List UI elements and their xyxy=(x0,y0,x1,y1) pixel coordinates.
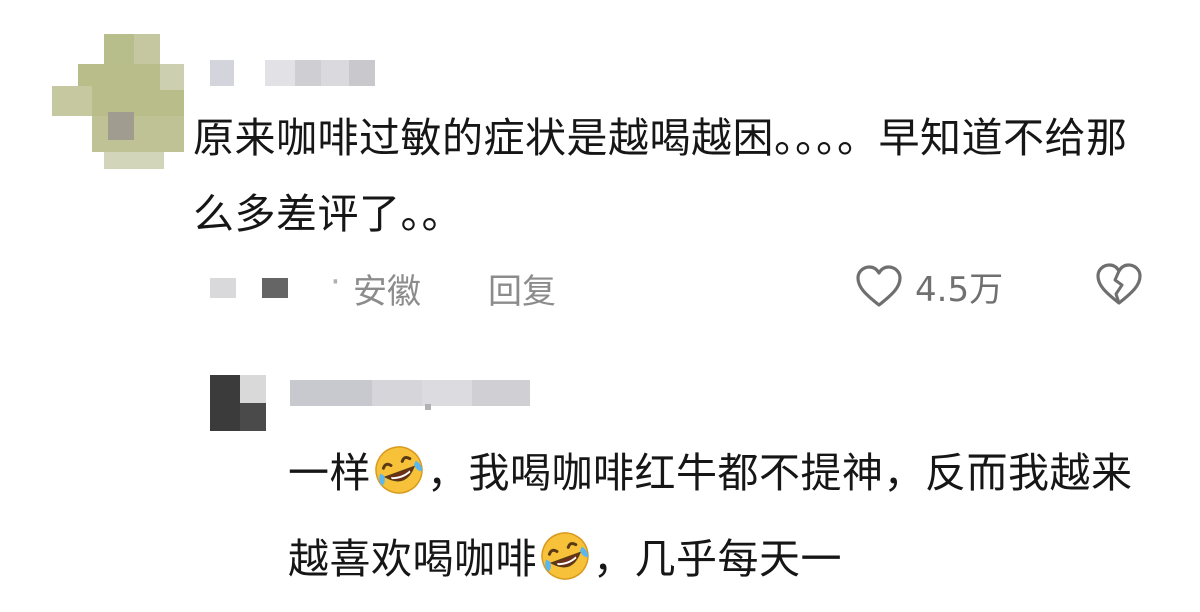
dislike-button[interactable] xyxy=(1095,260,1143,317)
reply-comment-text: 一样 ，我喝咖啡红牛都不提神，反而我越来越喜欢喝咖啡 ，几乎每天一 xyxy=(288,430,1168,602)
rolling-on-floor-laughing-emoji xyxy=(538,526,592,580)
reply-text-segment: 一样 xyxy=(288,449,371,497)
timestamp-blurred xyxy=(262,278,288,298)
reply-text-segment: ，几乎每天一 xyxy=(593,535,842,583)
avatar-main-commenter[interactable] xyxy=(52,34,187,169)
broken-heart-icon xyxy=(1095,263,1143,317)
main-comment-meta-row: · 安徽 回复 4.5万 xyxy=(210,258,1160,314)
avatar-reply-commenter[interactable] xyxy=(210,375,266,431)
rolling-on-floor-laughing-emoji xyxy=(372,440,426,494)
separator-dot: · xyxy=(330,262,341,302)
like-count: 4.5万 xyxy=(915,269,1004,310)
reply-button[interactable]: 回复 xyxy=(488,264,556,313)
reply-commenter-name-blurred[interactable] xyxy=(290,380,530,410)
heart-outline-icon xyxy=(855,264,903,308)
timestamp-blurred xyxy=(210,278,236,298)
ip-location: 安徽 xyxy=(353,272,421,312)
commenter-name-blurred[interactable] xyxy=(210,60,375,86)
like-button[interactable]: 4.5万 xyxy=(855,258,1003,314)
main-comment-text: 原来咖啡过敏的症状是越喝越困。。。。早知道不给那么多差评了。。 xyxy=(193,114,1128,238)
